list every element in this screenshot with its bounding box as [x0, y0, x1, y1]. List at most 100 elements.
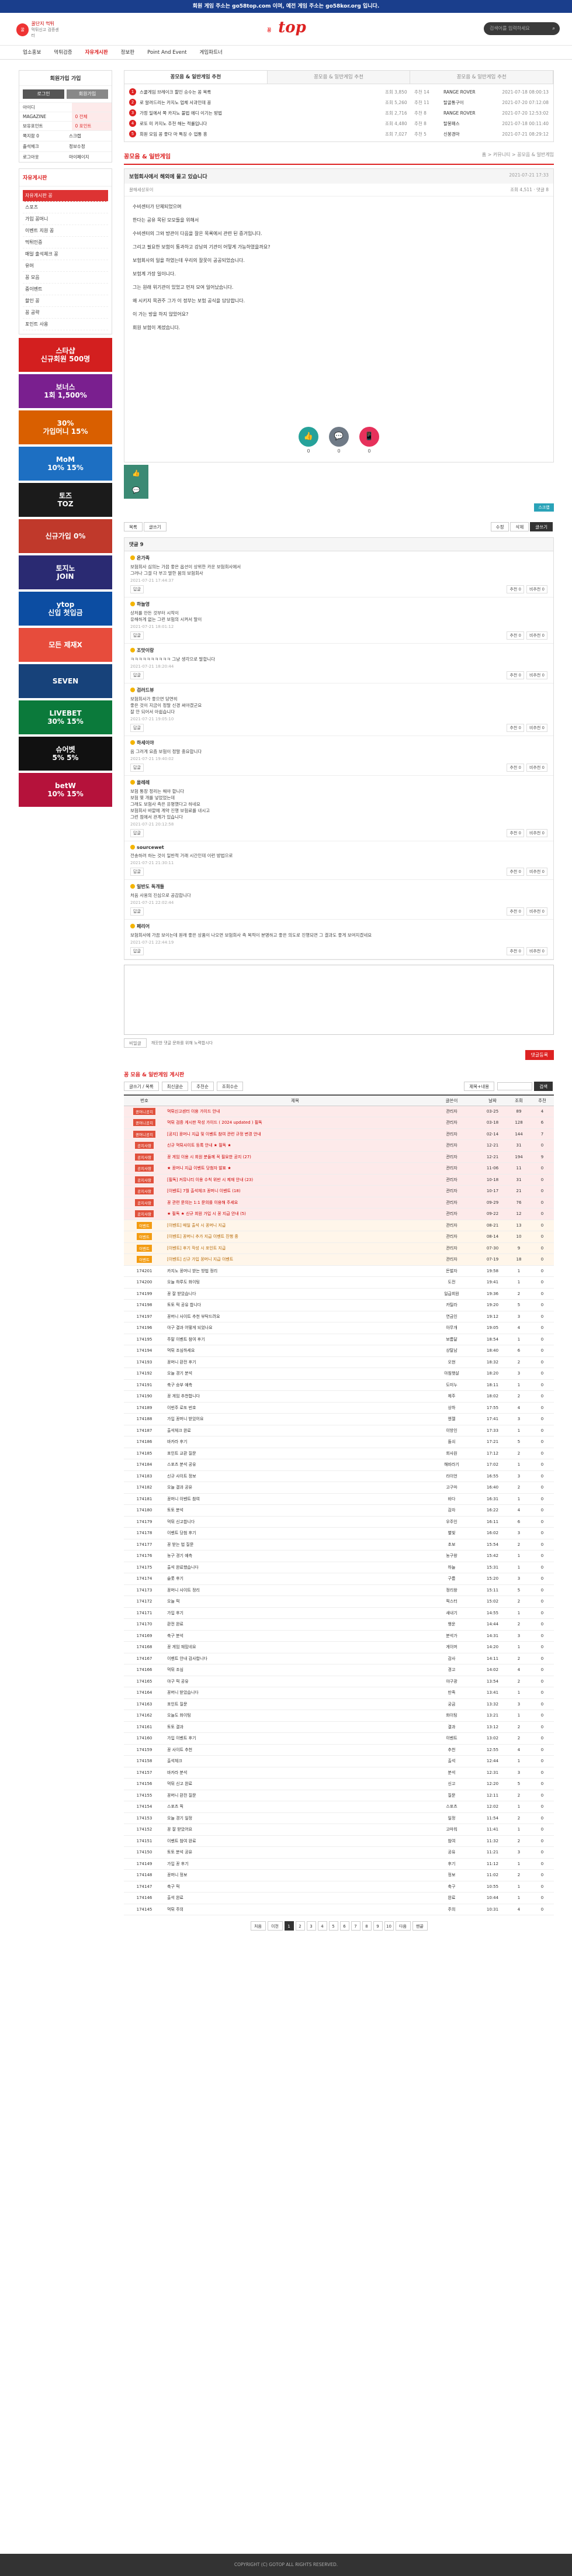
row-title[interactable]: 출석체크 완료 [165, 1425, 425, 1437]
row-title[interactable]: 가입 이벤트 후기 [165, 1732, 425, 1745]
upvote-button[interactable]: 추천 0 [507, 724, 524, 732]
upvote-button[interactable]: 추천 0 [507, 631, 524, 640]
table-row[interactable]: 174196 야구 결과 어떻게 되었나요 아무개 19:05 4 0 [124, 1322, 554, 1334]
row-title[interactable]: 꽁 관련 문의는 1:1 문의를 이용해 주세요 [165, 1197, 425, 1208]
chat-icon[interactable]: 💬 [132, 486, 140, 494]
board-filter[interactable]: 최신글순 [161, 1082, 189, 1091]
row-title[interactable]: 야구 결과 어떻게 되었나요 [165, 1322, 425, 1334]
row-author[interactable]: 경고 [425, 1664, 478, 1676]
table-row[interactable]: 174175 출석 완료했습니다 하늘 15:31 1 0 [124, 1562, 554, 1573]
row-title[interactable]: [이벤트] 후기 작성 시 포인트 지급 [165, 1242, 425, 1254]
reply-button[interactable]: 답글 [130, 829, 144, 837]
table-row[interactable]: 174186 바카라 후기 돌쇠 17:21 5 0 [124, 1436, 554, 1448]
upvote-button[interactable]: 추천 0 [507, 671, 524, 679]
row-author[interactable]: 하늘 [425, 1562, 478, 1573]
row-author[interactable]: 초보 [425, 1539, 478, 1551]
hot-title[interactable]: 가정 일에서 쪽 카지노 불법 에디 이기는 방법 [140, 110, 385, 116]
table-row[interactable]: 174161 토토 결과 결과 13:12 2 0 [124, 1721, 554, 1733]
row-author[interactable]: 궁금 [425, 1698, 478, 1710]
row-title[interactable]: 꽁머니 정보 [165, 1869, 425, 1881]
row-author[interactable]: 관리자 [425, 1231, 478, 1243]
row-title[interactable]: 포인트 교환 질문 [165, 1448, 425, 1459]
row-title[interactable]: 야구 픽 공유 [165, 1676, 425, 1687]
comment-author[interactable]: 하늘영 [130, 601, 547, 607]
hot-title[interactable]: 로 알려드리는 카지노 업체 사과인데 꽁 [140, 99, 385, 106]
table-row[interactable]: 174163 포인트 질문 궁금 13:32 3 0 [124, 1698, 554, 1710]
row-author[interactable]: 추천 [425, 1744, 478, 1756]
row-title[interactable]: 꽁 잘 받았어요 [165, 1824, 425, 1836]
reply-button[interactable]: 답글 [130, 631, 144, 640]
row-title[interactable]: 꽁머니 환전 후기 [165, 1356, 425, 1368]
category-item[interactable]: 유머 [23, 260, 108, 272]
ad-banner[interactable]: 토지노 JOIN [19, 555, 112, 589]
hot-title[interactable]: 회원 모임 꽁 좋다 마 특징 수 업통 흥 [140, 131, 385, 137]
category-item[interactable]: 할인 꽁 [23, 295, 108, 307]
hot-author[interactable]: 신봉경마 [443, 131, 502, 137]
row-title[interactable]: 오늘 결과 공유 [165, 1482, 425, 1494]
row-author[interactable]: 정보 [425, 1869, 478, 1881]
board-filter[interactable]: 추천순 [191, 1082, 214, 1091]
table-row[interactable]: 174156 먹튀 신고 완료 신고 12:20 5 0 [124, 1778, 554, 1790]
row-author[interactable]: 관리자 [425, 1185, 478, 1197]
hot-author[interactable]: 탈봉패스 [443, 120, 502, 127]
hot-row[interactable]: 4 로또 미 카지노 추천 해는 적률입니다 조회 4,480 추천 8 탈봉패스 202… [129, 118, 549, 129]
table-row[interactable]: 174176 농구 경기 예측 농구왕 15:42 1 0 [124, 1550, 554, 1562]
table-row[interactable]: 174167 이벤트 안내 감사합니다 감사 14:11 2 0 [124, 1653, 554, 1665]
hot-author[interactable]: 탈골통구이 [443, 99, 502, 106]
row-author[interactable]: 엔젤 [425, 1413, 478, 1425]
row-author[interactable]: 관리자 [425, 1197, 478, 1208]
upvote-button[interactable]: 추천 0 [507, 585, 524, 593]
row-author[interactable]: 감사 [425, 1653, 478, 1665]
table-row[interactable]: 174199 꽁 잘 받았습니다 일급회원 19:36 2 0 [124, 1288, 554, 1300]
table-row[interactable]: 174187 출석체크 완료 이방인 17:33 1 0 [124, 1425, 554, 1437]
table-row[interactable]: 174193 꽁머니 환전 후기 오현 18:32 2 0 [124, 1356, 554, 1368]
edit-button[interactable]: 수정 [490, 522, 509, 531]
downvote-button[interactable]: 비추천 0 [526, 764, 547, 772]
table-row[interactable]: 174184 스포츠 분석 공유 해바라기 17:02 1 0 [124, 1459, 554, 1471]
row-title[interactable]: 출석체크 [165, 1755, 425, 1767]
row-title[interactable]: [이벤트] 신규 가입 꽁머니 지급 이벤트 [165, 1254, 425, 1266]
comment-author[interactable]: 하세이야 [130, 740, 547, 746]
row-author[interactable]: 감자 [425, 1504, 478, 1517]
reaction-button[interactable]: 👍 0 [299, 427, 318, 454]
upvote-button[interactable]: 추천 0 [507, 868, 524, 876]
table-row[interactable]: 174164 꽁머니 받았습니다 만족 13:41 1 0 [124, 1687, 554, 1699]
nav-item[interactable]: 먹튀검증 [47, 46, 78, 59]
row-title[interactable]: 가입 후기 [165, 1607, 425, 1619]
row-author[interactable]: 완료 [425, 1892, 478, 1904]
row-author[interactable]: 관리자 [425, 1106, 478, 1117]
page-number[interactable]: 2 [295, 1921, 305, 1931]
comment-author[interactable]: 조맛이랑 [130, 647, 547, 654]
row-title[interactable]: 신규 먹튀사이트 등록 안내 ★ 필독 ★ [165, 1139, 425, 1152]
row-title[interactable]: 오늘 픽 [165, 1596, 425, 1608]
page-next[interactable]: 다음 [395, 1921, 411, 1931]
hot-author[interactable]: RANGE ROVER [443, 111, 502, 116]
comment-author[interactable]: 온가족 [130, 555, 547, 561]
row-author[interactable]: 참여 [425, 1835, 478, 1847]
category-item[interactable]: 자유게시판 꽁 [23, 190, 108, 202]
row-author[interactable]: 우주인 [425, 1516, 478, 1528]
row-title[interactable]: 꽁 잘 받았습니다 [165, 1288, 425, 1300]
row-title[interactable]: 가입 꽁머니 받았어요 [165, 1413, 425, 1425]
secret-checkbox[interactable]: 비밀글 [124, 1038, 147, 1048]
row-title[interactable]: 환전 완료 [165, 1618, 425, 1631]
table-row[interactable]: 174152 꽁 잘 받았어요 고마워 11:41 1 0 [124, 1824, 554, 1836]
downvote-button[interactable]: 비추천 0 [526, 585, 547, 593]
row-author[interactable]: 바다 [425, 1493, 478, 1505]
board-search-input[interactable] [497, 1082, 533, 1090]
row-author[interactable]: 관리자 [425, 1162, 478, 1175]
scrap-button[interactable]: 스크랩 [534, 503, 554, 512]
row-title[interactable]: 토토 결과 [165, 1721, 425, 1733]
reply-button[interactable]: 답글 [130, 868, 144, 876]
table-row[interactable]: 174157 바카라 분석 분석 12:31 3 0 [124, 1767, 554, 1779]
row-title[interactable]: 출석 완료 [165, 1892, 425, 1904]
ad-banner[interactable]: SEVEN [19, 664, 112, 698]
login-button[interactable]: 로그인 [23, 89, 64, 99]
table-row[interactable]: 174181 꽁머니 이벤트 참여 바다 16:31 1 0 [124, 1493, 554, 1505]
row-title[interactable]: 먹튀 신고 완료 [165, 1778, 425, 1790]
row-title[interactable]: 오늘 하루도 화이팅 [165, 1276, 425, 1289]
table-row[interactable]: 174148 꽁머니 정보 정보 11:02 2 0 [124, 1869, 554, 1881]
table-row[interactable]: 174191 축구 승부 예측 도미누 18:11 1 0 [124, 1379, 554, 1391]
table-row[interactable]: 174149 가입 꽁 후기 후기 11:12 1 0 [124, 1858, 554, 1870]
table-row[interactable]: 174192 오늘 경기 분석 아침햇살 18:20 3 0 [124, 1368, 554, 1380]
